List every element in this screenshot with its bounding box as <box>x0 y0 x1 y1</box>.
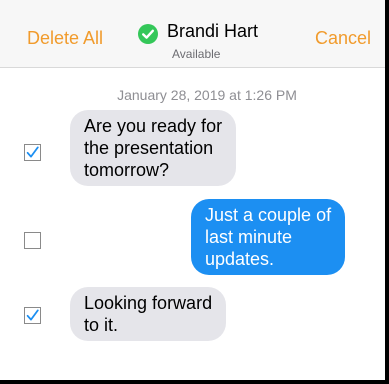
checkmark-icon <box>26 309 39 321</box>
incoming-message-bubble[interactable]: Looking forward to it. <box>70 287 227 341</box>
message-timestamp: January 28, 2019 at 1:26 PM <box>117 87 297 103</box>
message-edit-screen: Delete All Brandi Hart Available Cancel … <box>0 0 389 384</box>
check-circle-icon <box>138 24 158 44</box>
message-text-line: updates. <box>205 249 275 269</box>
message-text-line: Are you ready for <box>84 116 223 136</box>
navigation-bar: Delete All Brandi Hart Available Cancel <box>0 0 385 68</box>
contact-header[interactable]: Brandi Hart Available <box>138 20 278 64</box>
cancel-button[interactable]: Cancel <box>315 29 371 47</box>
message-text-line: the presentation <box>84 138 214 158</box>
incoming-message-bubble[interactable]: Are you ready for the presentation tomor… <box>70 110 237 186</box>
message-text-line: Just a couple of <box>205 205 332 225</box>
message-select-checkbox[interactable] <box>24 232 41 249</box>
contact-status: Available <box>172 47 221 61</box>
message-text-line: last minute <box>205 227 293 247</box>
message-text-line: to it. <box>84 315 119 335</box>
checkmark-icon <box>26 146 39 158</box>
message-text-line: Looking forward <box>84 293 213 313</box>
contact-name: Brandi Hart <box>167 21 259 41</box>
delete-all-button[interactable]: Delete All <box>27 29 103 47</box>
message-text-line: tomorrow? <box>84 160 170 180</box>
message-select-checkbox[interactable] <box>24 144 41 161</box>
outgoing-message-bubble[interactable]: Just a couple of last minute updates. <box>191 199 346 275</box>
message-select-checkbox[interactable] <box>24 307 41 324</box>
